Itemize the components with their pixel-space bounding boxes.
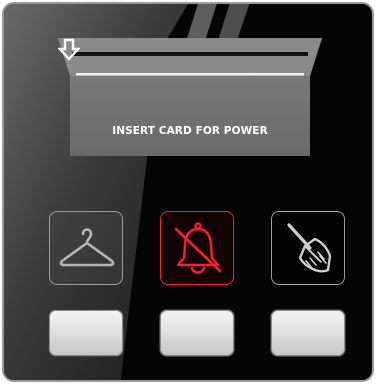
- card-switch-panel: INSERT CARD FOR POWER: [2, 2, 374, 382]
- laundry-button[interactable]: [49, 310, 123, 356]
- make-up-room-button[interactable]: [271, 310, 345, 356]
- hanger-icon: [59, 228, 115, 267]
- do-not-disturb-button[interactable]: [160, 310, 234, 356]
- slot-highlight: [76, 73, 304, 76]
- arrow-down-icon: [58, 38, 80, 61]
- card-slot-opening: [72, 52, 308, 56]
- laundry-indicator: [49, 211, 123, 285]
- make-up-room-indicator: [271, 211, 345, 285]
- card-slot[interactable]: INSERT CARD FOR POWER: [58, 38, 322, 156]
- bell-slash-icon: [174, 222, 222, 274]
- insert-card-label: INSERT CARD FOR POWER: [112, 125, 268, 137]
- do-not-disturb-indicator: [160, 211, 234, 285]
- broom-icon: [287, 223, 332, 273]
- card-slot-frame: [58, 38, 322, 156]
